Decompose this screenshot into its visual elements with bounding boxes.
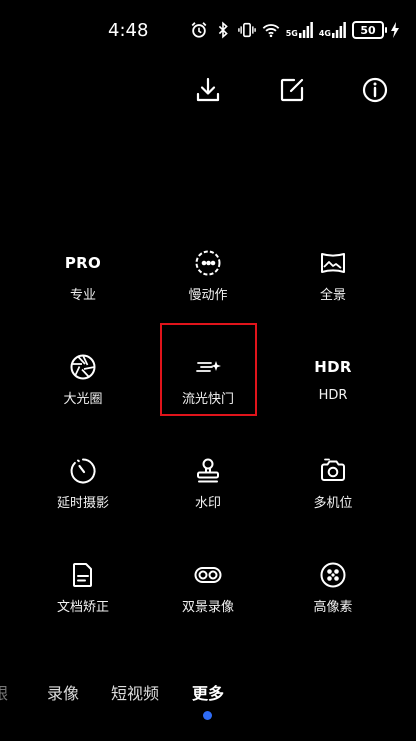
mode-label: HDR: [318, 388, 348, 403]
signal-bars-icon: [298, 22, 313, 38]
status-time: 4:48: [108, 20, 149, 41]
timelapse-icon: [70, 458, 96, 484]
mode-watermark[interactable]: 水印: [160, 456, 256, 536]
icon-wrap: [69, 352, 97, 382]
info-button[interactable]: [355, 70, 395, 110]
vibrate-icon: [237, 22, 256, 38]
mode-label: 慢动作: [188, 288, 228, 303]
edit-icon: [280, 78, 304, 102]
mode-timelapse[interactable]: 延时摄影: [35, 456, 131, 536]
mode-dual-view[interactable]: 双景录像: [160, 560, 256, 640]
icon-wrap: [194, 456, 222, 486]
status-bar: 4:48 5G 4G 50: [0, 0, 416, 62]
bluetooth-icon: [218, 21, 228, 39]
icon-wrap: [194, 560, 222, 590]
signal-4g: 4G: [319, 22, 346, 38]
signal-5g: 5G: [286, 22, 313, 38]
battery-level: 50: [352, 21, 384, 39]
top-toolbar: [0, 70, 416, 110]
mode-label: 专业: [69, 288, 96, 303]
mode-panorama[interactable]: 全景: [285, 248, 381, 328]
download-icon: [196, 77, 220, 102]
mode-high-pixel[interactable]: 高像素: [285, 560, 381, 640]
icon-wrap: [194, 352, 222, 382]
mode-label: 双景录像: [181, 600, 234, 615]
multi-camera-icon: [321, 458, 345, 481]
document-icon: [73, 563, 92, 587]
mode-slow-motion[interactable]: 慢动作: [160, 248, 256, 328]
mode-tab-short-video[interactable]: 短视频: [111, 680, 159, 704]
signal-bars-icon: [332, 22, 346, 38]
mode-label: 流光快门: [181, 392, 234, 407]
active-mode-indicator: [203, 711, 212, 720]
mode-tab-video[interactable]: 录像: [47, 680, 79, 704]
panorama-icon: [321, 253, 345, 273]
pro-text-icon: PRO: [64, 254, 102, 272]
mode-light-trail[interactable]: 流光快门: [160, 352, 256, 432]
status-icons: 5G 4G 50: [190, 21, 400, 39]
mode-label: 高像素: [313, 600, 353, 615]
slow-motion-icon: [195, 250, 221, 276]
mode-multi-camera[interactable]: 多机位: [285, 456, 381, 536]
light-trail-icon: [196, 361, 221, 372]
mode-pro[interactable]: PRO 专业: [35, 248, 131, 328]
stamp-icon: [197, 458, 219, 483]
high-pixel-icon: [320, 562, 346, 588]
mode-document[interactable]: 文档矫正: [35, 560, 131, 640]
charging-bolt-icon: [391, 22, 399, 38]
icon-wrap: [319, 456, 347, 486]
mode-label: 文档矫正: [56, 600, 109, 615]
mode-hdr[interactable]: HDR HDR: [285, 352, 381, 432]
hdr-text-icon: HDR: [314, 358, 352, 376]
wifi-icon: [262, 24, 280, 38]
icon-wrap: [194, 248, 222, 278]
mode-tab-more[interactable]: 更多: [192, 680, 224, 704]
battery-indicator: 50: [352, 21, 400, 39]
mode-label: 延时摄影: [56, 496, 109, 511]
mode-label: 全景: [319, 288, 346, 303]
camera-mode-bar: 跟 录像 短视频 更多: [0, 680, 416, 710]
icon-wrap: [319, 248, 347, 278]
dual-view-icon: [194, 567, 222, 583]
icon-wrap: [319, 560, 347, 590]
mode-label: 水印: [194, 496, 221, 511]
mode-aperture[interactable]: 大光圈: [35, 352, 131, 432]
battery-tip: [385, 27, 387, 33]
mode-label: 大光圈: [63, 392, 103, 407]
info-icon: [362, 77, 388, 103]
edit-button[interactable]: [272, 70, 312, 110]
mode-label: 多机位: [313, 496, 353, 511]
alarm-icon: [191, 22, 207, 38]
download-button[interactable]: [188, 70, 228, 110]
icon-wrap: [69, 456, 97, 486]
icon-wrap: [69, 560, 97, 590]
mode-tab-partial[interactable]: 跟: [0, 680, 8, 704]
aperture-icon: [70, 354, 96, 380]
